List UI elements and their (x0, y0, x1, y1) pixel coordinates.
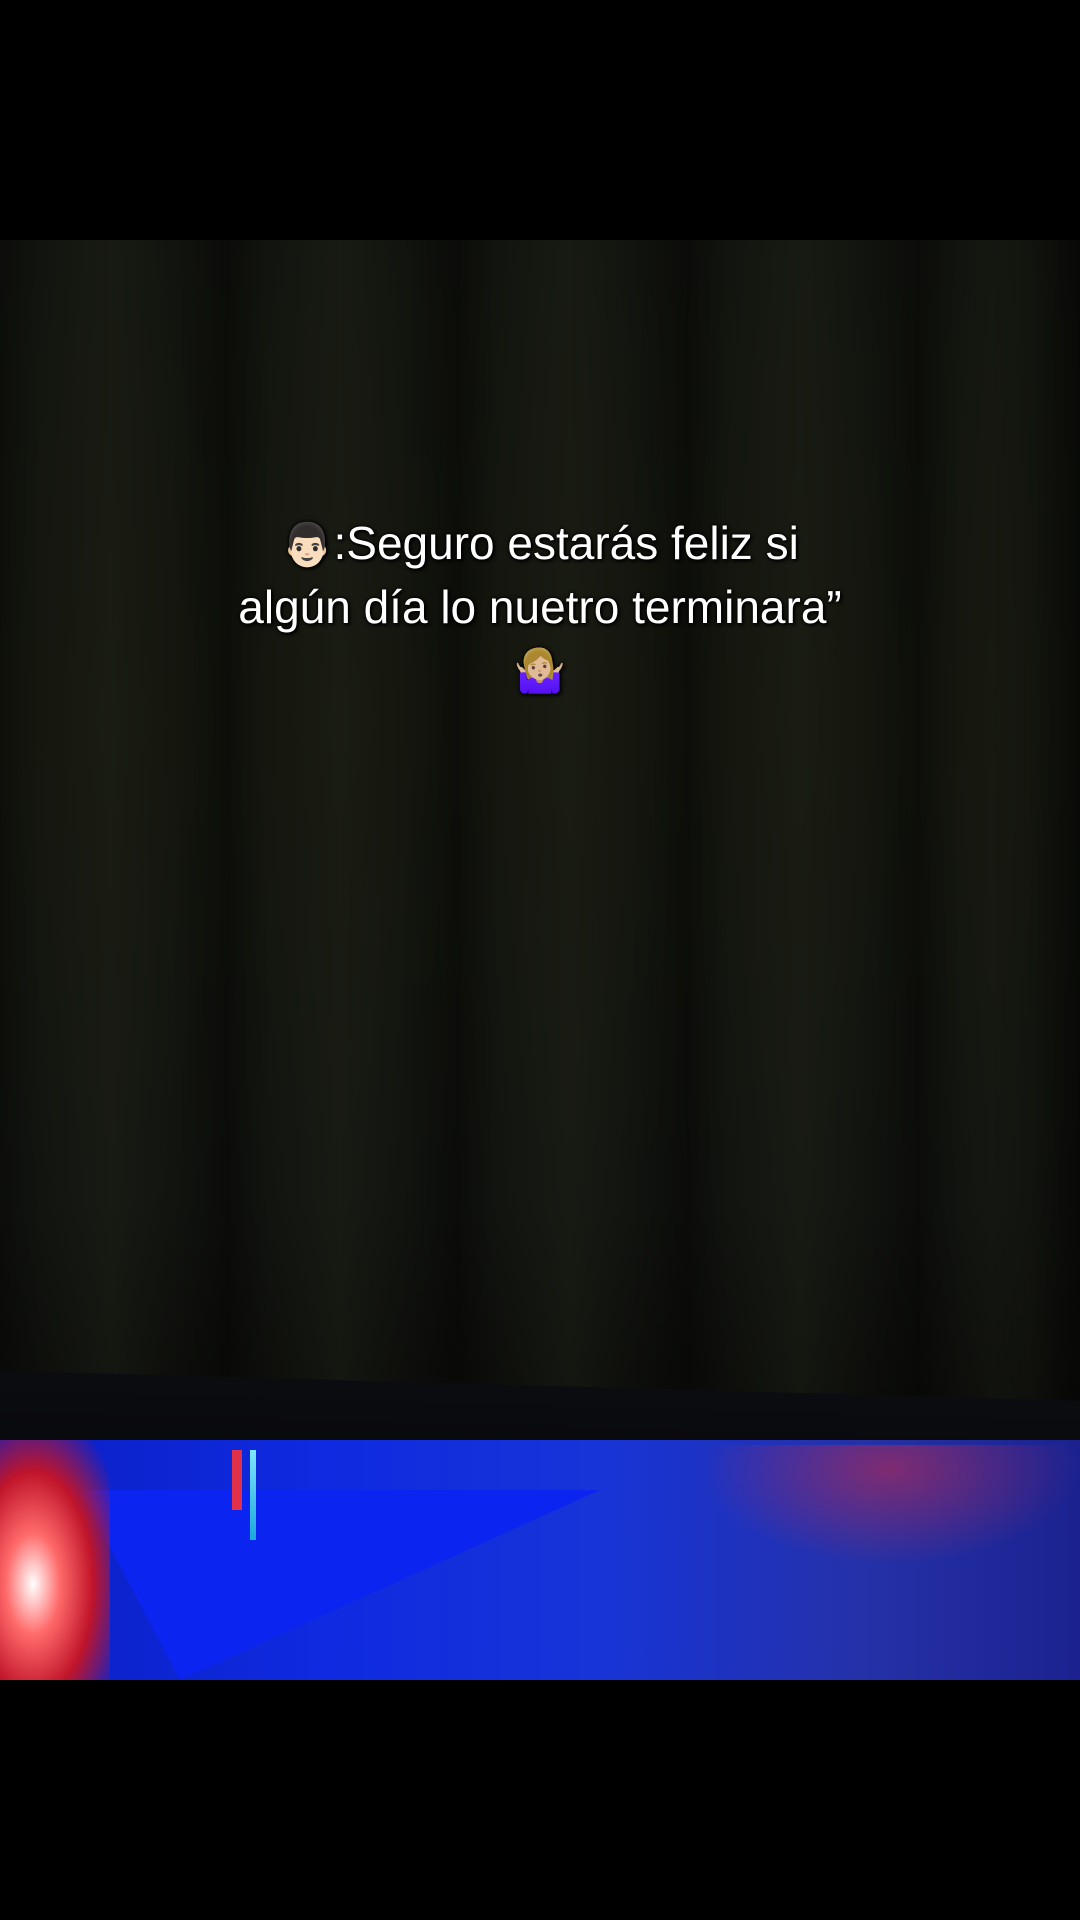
tv-cyan-line (250, 1450, 256, 1540)
caption-line-1: 👨🏻:Seguro estarás feliz si (90, 512, 990, 576)
video-frame (0, 240, 1080, 1680)
man-emoji-icon: 👨🏻 (281, 521, 334, 568)
letterbox-top (0, 0, 1080, 240)
caption-line-1-text: :Seguro estarás feliz si (333, 517, 799, 569)
tv-red-glow-right (700, 1445, 1080, 1565)
shrug-emoji-icon: 🤷🏼‍♀️ (513, 647, 567, 694)
caption-line-2: algún día lo nuetro terminara” (238, 581, 842, 633)
tv-red-line (232, 1450, 242, 1510)
video-caption: 👨🏻:Seguro estarás feliz si algún día lo … (90, 512, 990, 702)
tv-blue-shape (80, 1490, 600, 1680)
dark-curtain-background (0, 240, 1080, 1440)
curtain-shadow (990, 240, 1080, 1440)
caption-line-3: 🤷🏼‍♀️ (90, 638, 990, 702)
letterbox-bottom (0, 1680, 1080, 1920)
tv-red-glow (0, 1440, 110, 1680)
